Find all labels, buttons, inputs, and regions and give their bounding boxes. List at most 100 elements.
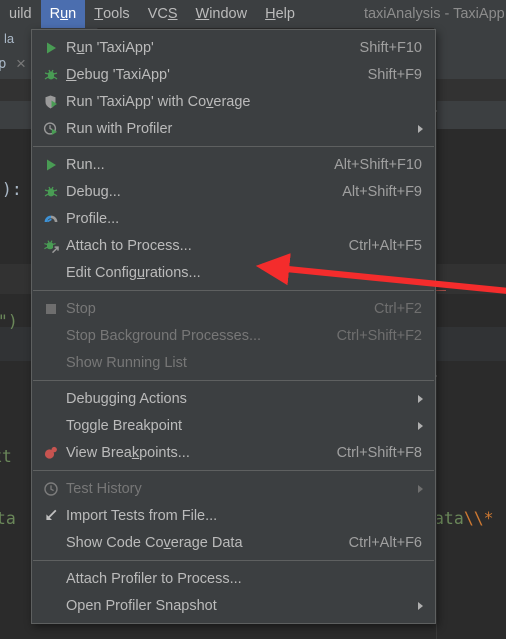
ide-window: ]): p") xt ata ata\\* e(inputPath).filte… [0, 0, 506, 639]
menu-debug-taxiapp-label: Debug 'TaxiApp' [66, 66, 170, 83]
menu-stop-background-processes-shortcut: Ctrl+Shift+F2 [336, 327, 422, 344]
menu-open-profiler-snapshot[interactable]: Open Profiler Snapshot [32, 592, 435, 619]
menu-run-with-coverage[interactable]: Run 'TaxiApp' with Coverage [32, 88, 435, 115]
menu-view-breakpoints-shortcut: Ctrl+Shift+F8 [336, 444, 422, 461]
menu-separator [33, 470, 434, 471]
menu-show-code-coverage-data-label: Show Code Coverage Data [66, 534, 243, 551]
menu-separator [33, 290, 434, 291]
no-icon [39, 259, 63, 286]
menubar-vcs[interactable]: VC S [139, 0, 187, 28]
menu-attach-to-process[interactable]: Attach to Process... Ctrl+Alt+F5 [32, 232, 435, 259]
menu-edit-configurations[interactable]: Edit Configurations... [32, 259, 435, 286]
menu-stop-background-processes-label: Stop Background Processes... [66, 327, 262, 344]
menu-separator [33, 560, 434, 561]
menu-profile-label: Profile... [66, 210, 120, 227]
clock-icon [39, 475, 63, 502]
submenu-chevron-icon [418, 124, 423, 133]
menu-view-breakpoints[interactable]: View Breakpoints... Ctrl+Shift+F8 [32, 439, 435, 466]
menubar-help[interactable]: Help [256, 0, 304, 28]
menubar-tools-mnemonic: T [94, 6, 104, 22]
menubar-tools[interactable]: Tools [85, 0, 138, 28]
submenu-chevron-icon [418, 484, 423, 493]
no-icon [39, 349, 63, 376]
menu-import-tests-from-file[interactable]: Import Tests from File... [32, 502, 435, 529]
menu-profile[interactable]: Profile... [32, 205, 435, 232]
no-icon [39, 592, 63, 619]
menu-stop-background-processes[interactable]: Stop Background Processes... Ctrl+Shift+F… [32, 322, 435, 349]
menu-debug-taxiapp-shortcut: Shift+F9 [367, 66, 422, 83]
menu-show-code-coverage-data[interactable]: Show Code Coverage Data Ctrl+Alt+F6 [32, 529, 435, 556]
no-icon [39, 385, 63, 412]
code-line: ]): [0, 180, 22, 199]
menu-stop-shortcut: Ctrl+F2 [374, 300, 422, 317]
menubar-window[interactable]: Window [187, 0, 257, 28]
menu-run-with-coverage-label: Run 'TaxiApp' with Coverage [66, 93, 251, 110]
menu-show-code-coverage-data-shortcut: Ctrl+Alt+F6 [348, 534, 422, 551]
menubar-build-label: uild [9, 6, 32, 22]
menu-separator [33, 146, 434, 147]
editor-marker [436, 375, 437, 377]
run-icon [39, 34, 63, 61]
code-line: xt [0, 447, 12, 466]
menu-import-tests-from-file-label: Import Tests from File... [66, 507, 218, 524]
menu-show-running-list-label: Show Running List [66, 354, 187, 371]
menubar-window-mnemonic: W [195, 6, 210, 22]
menu-debug-dialog[interactable]: Debug... Alt+Shift+F9 [32, 178, 435, 205]
menu-stop[interactable]: Stop Ctrl+F2 [32, 295, 435, 322]
tabstrip-right [434, 51, 506, 80]
menu-test-history-label: Test History [66, 480, 142, 497]
menu-run-dialog-shortcut: Alt+Shift+F10 [334, 156, 422, 173]
menu-open-profiler-snapshot-label: Open Profiler Snapshot [66, 597, 217, 614]
menu-toggle-breakpoint[interactable]: Toggle Breakpoint [32, 412, 435, 439]
menu-debug-dialog-label: Debug... [66, 183, 121, 200]
menu-run-dialog-label: Run... [66, 156, 105, 173]
menu-bar[interactable]: uild Run Tools VC S Window Help taxiAnaly… [0, 0, 506, 28]
run-menu-popup[interactable]: Run 'TaxiApp' Shift+F10 Debug 'TaxiApp' Shi… [31, 29, 436, 624]
code-line: ata\\* [434, 509, 494, 528]
debug-icon [39, 61, 63, 88]
menu-view-breakpoints-label: View Breakpoints... [66, 444, 190, 461]
editor-marker [436, 110, 437, 112]
menu-edit-configurations-label: Edit Configurations... [66, 264, 201, 281]
menu-stop-label: Stop [66, 300, 96, 317]
menu-debugging-actions[interactable]: Debugging Actions [32, 385, 435, 412]
stop-icon [39, 295, 63, 322]
profiler-run-icon [39, 115, 63, 142]
menu-test-history[interactable]: Test History [32, 475, 435, 502]
menu-run-with-profiler[interactable]: Run with Profiler [32, 115, 435, 142]
menu-run-with-profiler-label: Run with Profiler [66, 120, 173, 137]
tab-close-icon[interactable]: × [16, 54, 26, 74]
menu-show-running-list[interactable]: Show Running List [32, 349, 435, 376]
menu-debugging-actions-label: Debugging Actions [66, 390, 187, 407]
menu-run-taxiapp[interactable]: Run 'TaxiApp' Shift+F10 [32, 34, 435, 61]
menubar-vcs-mnemonic: S [167, 6, 178, 22]
menubar-run[interactable]: Run [40, 0, 86, 28]
menu-attach-to-process-shortcut: Ctrl+Alt+F5 [348, 237, 422, 254]
menu-run-taxiapp-shortcut: Shift+F10 [359, 39, 422, 56]
submenu-chevron-icon [418, 601, 423, 610]
menu-run-dialog[interactable]: Run... Alt+Shift+F10 [32, 151, 435, 178]
menubar-build[interactable]: uild [0, 0, 41, 28]
code-line: p") [0, 312, 18, 331]
no-icon [39, 322, 63, 349]
menu-debug-taxiapp[interactable]: Debug 'TaxiApp' Shift+F9 [32, 61, 435, 88]
code-line: ata [0, 509, 16, 528]
editor-divider [436, 79, 437, 639]
breadcrumb-right [434, 28, 506, 52]
attach-debug-icon [39, 232, 63, 259]
coverage-icon [39, 88, 63, 115]
import-icon [39, 502, 63, 529]
menubar-run-mnemonic: u [60, 6, 69, 22]
debug-icon [39, 178, 63, 205]
submenu-chevron-icon [418, 421, 423, 430]
window-title: taxiAnalysis - TaxiApp.sc [363, 6, 506, 22]
no-icon [39, 529, 63, 556]
no-icon [39, 412, 63, 439]
menu-attach-profiler-to-process[interactable]: Attach Profiler to Process... [32, 565, 435, 592]
gauge-icon [39, 205, 63, 232]
breakpoint-icon [39, 439, 63, 466]
menu-toggle-breakpoint-label: Toggle Breakpoint [66, 417, 183, 434]
run-icon [39, 151, 63, 178]
no-icon [39, 565, 63, 592]
menubar-help-mnemonic: H [265, 6, 276, 22]
